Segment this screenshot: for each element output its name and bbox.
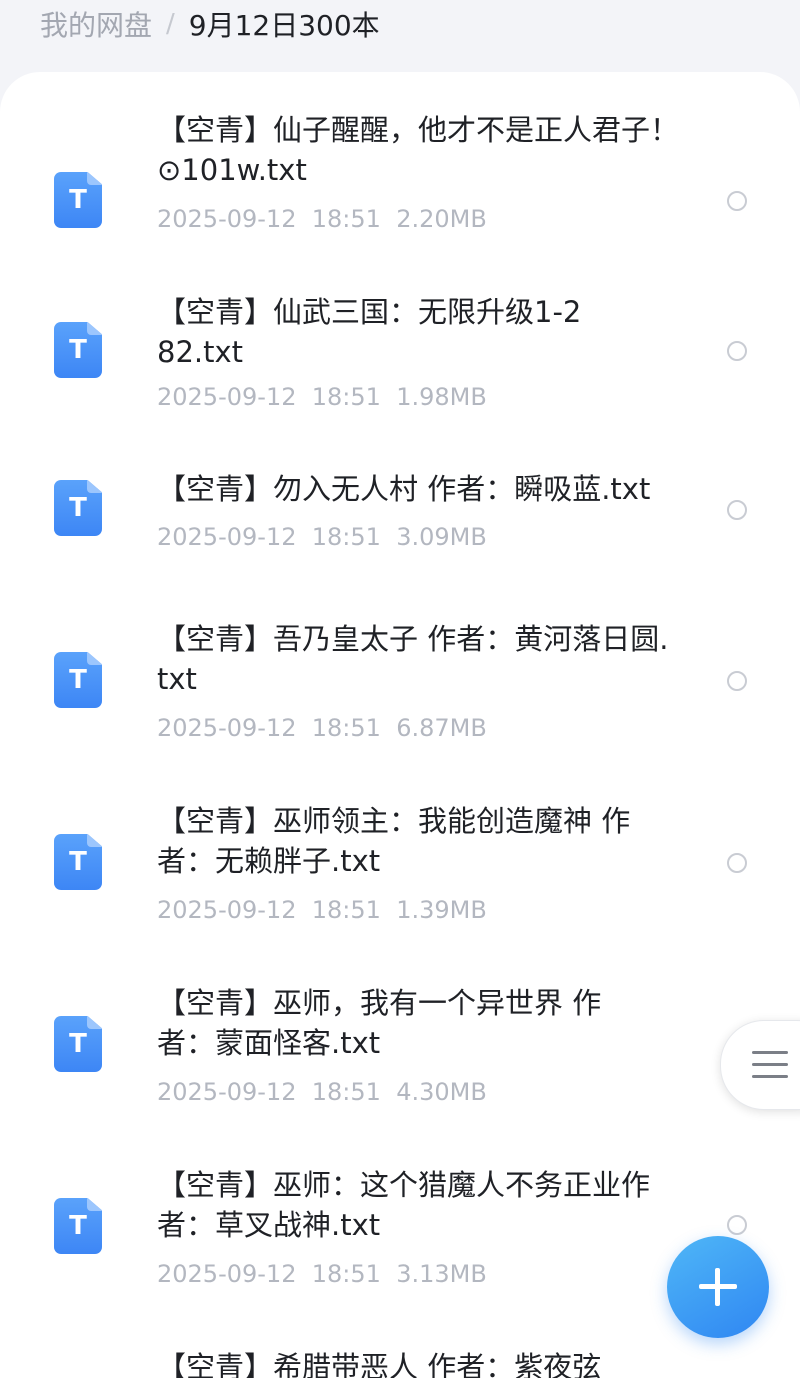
file-size: 1.98MB	[396, 383, 487, 411]
file-size: 3.13MB	[396, 1260, 487, 1288]
file-date: 2025-09-12	[157, 205, 297, 233]
file-meta: 2025-09-12 18:51 3.09MB	[157, 523, 487, 551]
hamburger-menu-icon[interactable]	[720, 1020, 800, 1110]
file-meta: 2025-09-12 18:51 4.30MB	[157, 1078, 487, 1106]
file-date: 2025-09-12	[157, 383, 297, 411]
select-radio[interactable]	[727, 341, 747, 361]
txt-file-icon: T	[54, 652, 102, 708]
file-date: 2025-09-12	[157, 523, 297, 551]
txt-file-icon: T	[54, 1016, 102, 1072]
file-name: 【空青】吾乃皇太子 作者：黄河落日圆.txt	[157, 622, 669, 696]
breadcrumb-separator: /	[166, 9, 175, 39]
file-meta: 2025-09-12 18:51 2.20MB	[157, 205, 487, 233]
file-meta: 2025-09-12 18:51 6.87MB	[157, 714, 487, 742]
file-date: 2025-09-12	[157, 1260, 297, 1288]
file-date: 2025-09-12	[157, 1078, 297, 1106]
file-item[interactable]: 【空青】希腊带恶人 作者：紫夜弦	[0, 1340, 800, 1378]
file-size: 4.30MB	[396, 1078, 487, 1106]
file-time: 18:51	[311, 205, 381, 233]
select-radio[interactable]	[727, 500, 747, 520]
select-radio[interactable]	[727, 671, 747, 691]
select-radio[interactable]	[727, 191, 747, 211]
select-radio[interactable]	[727, 1215, 747, 1235]
file-meta: 2025-09-12 18:51 1.98MB	[157, 383, 487, 411]
file-name: 【空青】巫师：这个猎魔人不务正业作者：草叉战神.txt	[157, 1168, 651, 1242]
file-item[interactable]: T 【空青】仙子醒醒，他才不是正人君子！⊙101w.txt 2025-09-12…	[0, 102, 800, 270]
file-date: 2025-09-12	[157, 896, 297, 924]
file-size: 3.09MB	[396, 523, 487, 551]
file-size: 1.39MB	[396, 896, 487, 924]
file-item[interactable]: T 【空青】勿入无人村 作者：瞬吸蓝.txt 2025-09-12 18:51 …	[0, 462, 800, 602]
file-item[interactable]: T 【空青】巫师，我有一个异世界 作者：蒙面怪客.txt 2025-09-12 …	[0, 976, 800, 1146]
file-name: 【空青】勿入无人村 作者：瞬吸蓝.txt	[157, 472, 651, 506]
file-meta: 2025-09-12 18:51 1.39MB	[157, 896, 487, 924]
file-time: 18:51	[311, 383, 381, 411]
file-name: 【空青】希腊带恶人 作者：紫夜弦	[157, 1350, 602, 1378]
file-time: 18:51	[311, 896, 381, 924]
select-radio[interactable]	[727, 853, 747, 873]
txt-file-icon: T	[54, 172, 102, 228]
file-item[interactable]: T 【空青】吾乃皇太子 作者：黄河落日圆.txt 2025-09-12 18:5…	[0, 612, 800, 782]
file-name: 【空青】仙武三国：无限升级1-282.txt	[157, 295, 582, 369]
file-time: 18:51	[311, 1078, 381, 1106]
breadcrumb-current: 9月12日300本	[188, 9, 380, 42]
txt-file-icon: T	[54, 322, 102, 378]
file-time: 18:51	[311, 714, 381, 742]
file-item[interactable]: T 【空青】巫师领主：我能创造魔神 作者：无赖胖子.txt 2025-09-12…	[0, 794, 800, 964]
file-date: 2025-09-12	[157, 714, 297, 742]
file-size: 6.87MB	[396, 714, 487, 742]
breadcrumb-root[interactable]: 我的网盘	[40, 4, 152, 44]
file-name: 【空青】巫师，我有一个异世界 作者：蒙面怪客.txt	[157, 986, 602, 1060]
file-size: 2.20MB	[396, 205, 487, 233]
txt-file-icon: T	[54, 1198, 102, 1254]
txt-file-icon: T	[54, 480, 102, 536]
txt-file-icon: T	[54, 834, 102, 890]
file-time: 18:51	[311, 1260, 381, 1288]
file-name: 【空青】仙子醒醒，他才不是正人君子！⊙101w.txt	[157, 113, 680, 187]
file-meta: 2025-09-12 18:51 3.13MB	[157, 1260, 487, 1288]
file-list: T 【空青】仙子醒醒，他才不是正人君子！⊙101w.txt 2025-09-12…	[0, 72, 800, 1378]
file-item[interactable]: T 【空青】仙武三国：无限升级1-282.txt 2025-09-12 18:5…	[0, 282, 800, 450]
file-time: 18:51	[311, 523, 381, 551]
breadcrumb: 我的网盘 / 9月12日300本	[0, 0, 800, 48]
add-button[interactable]	[667, 1236, 769, 1338]
file-name: 【空青】巫师领主：我能创造魔神 作者：无赖胖子.txt	[157, 804, 631, 878]
file-list-screen: 我的网盘 / 9月12日300本 T 【空青】仙子醒醒，他才不是正人君子！⊙10…	[0, 0, 800, 1378]
